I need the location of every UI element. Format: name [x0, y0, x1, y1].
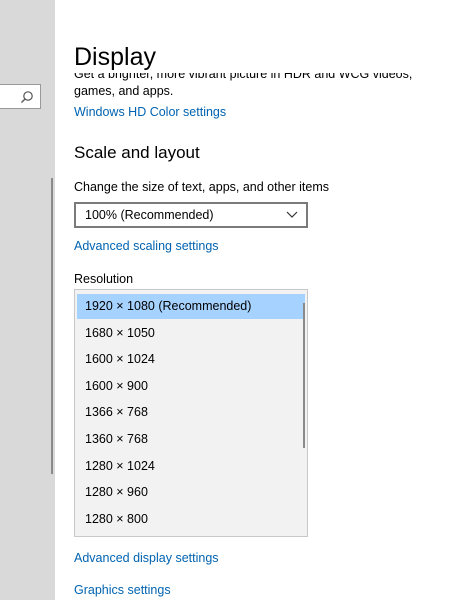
scale-dropdown-value: 100% (Recommended): [85, 208, 214, 222]
resolution-option[interactable]: 1280 × 960: [77, 480, 305, 505]
chevron-down-icon: [286, 211, 298, 218]
graphics-settings-link[interactable]: Graphics settings: [74, 583, 171, 597]
resolution-list-scrollbar[interactable]: [303, 303, 305, 448]
navigation-pane: [0, 0, 55, 600]
search-input[interactable]: [0, 84, 41, 109]
search-icon[interactable]: [20, 90, 34, 104]
resolution-option[interactable]: 1680 × 1050: [77, 321, 305, 346]
page-title: Display: [74, 43, 156, 71]
scale-layout-heading: Scale and layout: [74, 143, 200, 162]
resolution-option[interactable]: 1280 × 1024: [77, 454, 305, 479]
resolution-option[interactable]: 1600 × 900: [77, 374, 305, 399]
resolution-option[interactable]: 1600 × 1024: [77, 347, 305, 372]
scale-dropdown[interactable]: 100% (Recommended): [74, 202, 308, 228]
windows-hd-color-settings-link[interactable]: Windows HD Color settings: [74, 105, 226, 119]
display-settings-panel: Display Get a brighter, more vibrant pic…: [55, 0, 468, 600]
resolution-list[interactable]: 1920 × 1080 (Recommended) 1680 × 1050 16…: [74, 289, 308, 537]
advanced-display-settings-link[interactable]: Advanced display settings: [74, 551, 219, 565]
resolution-option[interactable]: 1920 × 1080 (Recommended): [77, 294, 305, 319]
resolution-label: Resolution: [74, 272, 134, 286]
resolution-option[interactable]: 1360 × 768: [77, 427, 305, 452]
text-size-label: Change the size of text, apps, and other…: [74, 180, 330, 194]
sidebar-scrollbar[interactable]: [51, 178, 53, 474]
resolution-option[interactable]: 1280 × 800: [77, 507, 305, 532]
settings-window: Display Get a brighter, more vibrant pic…: [0, 0, 468, 600]
resolution-option[interactable]: 1366 × 768: [77, 400, 305, 425]
advanced-scaling-settings-link[interactable]: Advanced scaling settings: [74, 239, 219, 253]
